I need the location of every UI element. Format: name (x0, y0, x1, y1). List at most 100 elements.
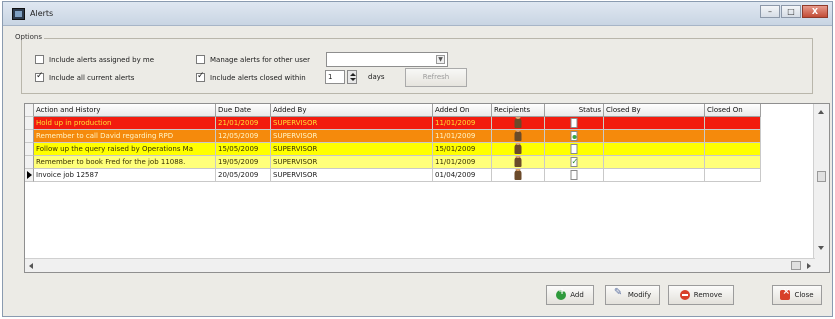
cell-added-by[interactable]: SUPERVISOR (271, 156, 433, 169)
table-row[interactable]: Invoice job 12587 20/05/2009 SUPERVISOR 01/… (25, 169, 815, 182)
closed-within-checkbox[interactable] (196, 71, 205, 82)
cell-due-date[interactable]: 15/05/2009 (216, 143, 271, 156)
cell-recipients[interactable] (492, 117, 545, 130)
column-header-due-date[interactable]: Due Date (216, 104, 271, 117)
cell-closed-by[interactable] (604, 169, 705, 182)
row-selector[interactable] (25, 143, 34, 156)
cell-added-on[interactable]: 15/01/2009 (433, 143, 492, 156)
scroll-left-icon[interactable] (29, 263, 33, 269)
table-row[interactable]: Follow up the query raised by Operations… (25, 143, 815, 156)
cell-due-date[interactable]: 21/01/2009 (216, 117, 271, 130)
column-header-closed-by[interactable]: Closed By (604, 104, 705, 117)
pencil-icon (614, 287, 624, 300)
all-current-label: Include all current alerts (49, 73, 135, 82)
cell-closed-on[interactable] (705, 117, 761, 130)
manage-other-user-checkbox[interactable] (196, 55, 205, 64)
horizontal-scroll-thumb[interactable] (791, 261, 801, 270)
minimize-button[interactable]: – (760, 5, 780, 18)
cell-closed-on[interactable] (705, 169, 761, 182)
column-header-closed-on[interactable]: Closed On (705, 104, 761, 117)
document-icon (570, 144, 578, 154)
cell-status[interactable] (545, 169, 604, 182)
table-row[interactable]: Remember to book Fred for the job 11088.… (25, 156, 815, 169)
cell-closed-on[interactable] (705, 143, 761, 156)
cell-recipients[interactable] (492, 169, 545, 182)
document-icon (570, 118, 578, 128)
row-selector[interactable] (25, 156, 34, 169)
row-selector[interactable] (25, 130, 34, 143)
scroll-down-icon[interactable] (818, 246, 824, 250)
refresh-button[interactable]: Refresh (405, 68, 467, 87)
cell-added-by[interactable]: SUPERVISOR (271, 143, 433, 156)
row-selector[interactable] (25, 117, 34, 130)
cell-action[interactable]: Follow up the query raised by Operations… (34, 143, 216, 156)
cell-status[interactable] (545, 130, 604, 143)
option-closed-within[interactable]: Include alerts closed within (196, 71, 306, 82)
alerts-grid[interactable]: Action and History Due Date Added By Add… (24, 103, 830, 273)
vertical-scrollbar[interactable] (813, 104, 829, 272)
column-header-added-by[interactable]: Added By (271, 104, 433, 117)
cell-action[interactable]: Invoice job 12587 (34, 169, 216, 182)
cell-action[interactable]: Remember to call David regarding RPD (34, 130, 216, 143)
cell-status[interactable] (545, 143, 604, 156)
other-user-select[interactable]: ▼ (326, 52, 448, 67)
cell-recipients[interactable] (492, 143, 545, 156)
column-header-added-on[interactable]: Added On (433, 104, 492, 117)
cell-added-by[interactable]: SUPERVISOR (271, 130, 433, 143)
cell-added-on[interactable]: 01/04/2009 (433, 169, 492, 182)
current-row-indicator[interactable] (25, 169, 34, 182)
scroll-right-icon[interactable] (807, 263, 811, 269)
days-spinner[interactable] (347, 70, 357, 84)
cell-status[interactable] (545, 156, 604, 169)
cell-closed-by[interactable] (604, 130, 705, 143)
scroll-up-icon[interactable] (818, 110, 824, 114)
document-icon (570, 170, 578, 180)
cell-added-by[interactable]: SUPERVISOR (271, 117, 433, 130)
closed-within-label: Include alerts closed within (210, 73, 306, 82)
option-assigned-by-me[interactable]: Include alerts assigned by me (35, 55, 154, 64)
cell-action[interactable]: Remember to book Fred for the job 11088. (34, 156, 216, 169)
window-close-button[interactable]: X (802, 5, 828, 18)
remove-label: Remove (693, 291, 723, 299)
add-button[interactable]: Add (546, 285, 594, 305)
remove-button[interactable]: Remove (668, 285, 734, 305)
all-current-checkbox[interactable] (35, 71, 44, 82)
cell-recipients[interactable] (492, 130, 545, 143)
maximize-button[interactable]: □ (781, 5, 801, 18)
vertical-scroll-thumb[interactable] (817, 171, 826, 182)
table-row[interactable]: Hold up in production 21/01/2009 SUPERVISO… (25, 117, 815, 130)
person-icon (514, 117, 522, 128)
cell-due-date[interactable]: 12/05/2009 (216, 130, 271, 143)
cell-closed-on[interactable] (705, 130, 761, 143)
column-header-action[interactable]: Action and History (34, 104, 216, 117)
cell-due-date[interactable]: 20/05/2009 (216, 169, 271, 182)
title-bar[interactable]: Alerts – □ X (3, 2, 832, 26)
column-header-recipients[interactable]: Recipients (492, 104, 545, 117)
grid-header: Action and History Due Date Added By Add… (25, 104, 815, 117)
modify-button[interactable]: Modify (605, 285, 660, 305)
assigned-by-me-checkbox[interactable] (35, 55, 44, 64)
cell-added-on[interactable]: 11/01/2009 (433, 130, 492, 143)
cell-added-on[interactable]: 11/01/2009 (433, 156, 492, 169)
closed-within-days-input[interactable]: 1 (325, 70, 345, 84)
cell-closed-on[interactable] (705, 156, 761, 169)
cell-action[interactable]: Hold up in production (34, 117, 216, 130)
option-all-current[interactable]: Include all current alerts (35, 71, 135, 82)
column-header-status[interactable]: Status (545, 104, 604, 117)
cell-closed-by[interactable] (604, 156, 705, 169)
cell-added-by[interactable]: SUPERVISOR (271, 169, 433, 182)
cell-closed-by[interactable] (604, 117, 705, 130)
document-ok-icon (570, 131, 578, 141)
cell-recipients[interactable] (492, 156, 545, 169)
close-label: Close (794, 291, 814, 299)
option-manage-other-user[interactable]: Manage alerts for other user (196, 55, 310, 64)
table-row[interactable]: Remember to call David regarding RPD 12/0… (25, 130, 815, 143)
horizontal-scrollbar[interactable] (25, 258, 815, 272)
cell-added-on[interactable]: 11/01/2009 (433, 117, 492, 130)
cell-due-date[interactable]: 19/05/2009 (216, 156, 271, 169)
person-icon (514, 130, 522, 141)
close-button[interactable]: Close (772, 285, 822, 305)
chevron-down-icon[interactable]: ▼ (436, 55, 445, 64)
cell-closed-by[interactable] (604, 143, 705, 156)
cell-status[interactable] (545, 117, 604, 130)
